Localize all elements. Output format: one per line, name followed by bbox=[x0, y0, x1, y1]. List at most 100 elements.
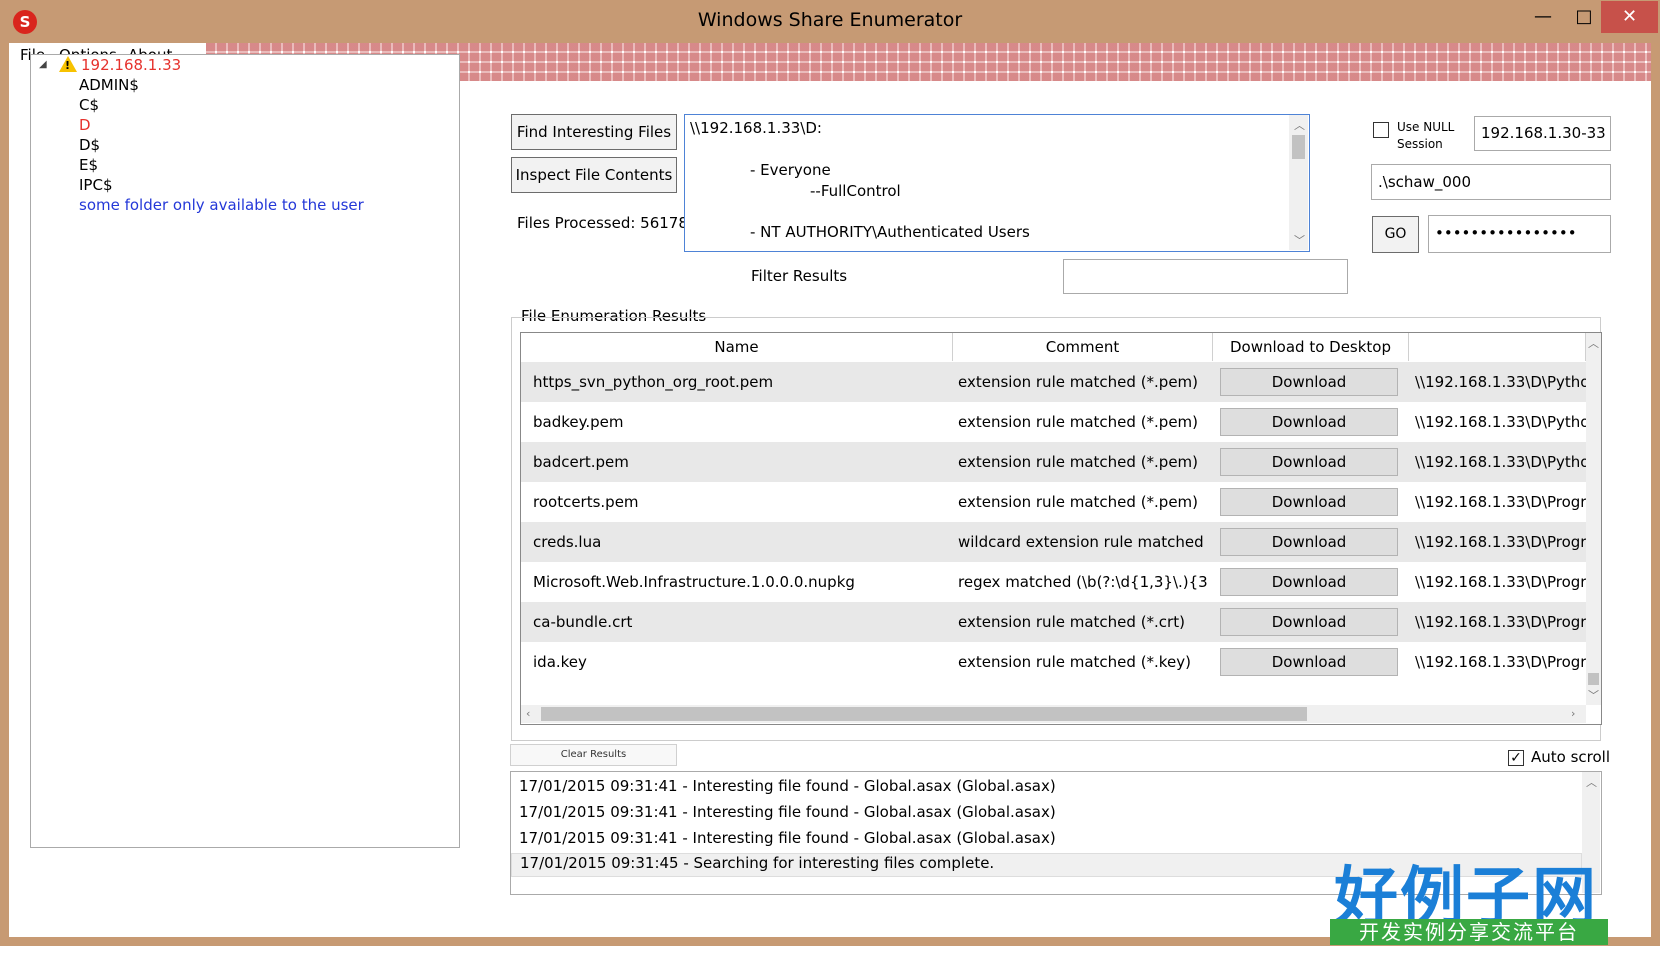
log-item[interactable]: 17/01/2015 09:31:41 - Interesting file f… bbox=[519, 777, 1056, 795]
cell-comment: regex matched (\b(?:\d{1,3}\.){3}\d{1 bbox=[958, 573, 1208, 591]
log-item[interactable]: 17/01/2015 09:31:41 - Interesting file f… bbox=[519, 829, 1056, 847]
warning-icon: ! bbox=[59, 56, 77, 72]
cell-name: Microsoft.Web.Infrastructure.1.0.0.0.nup… bbox=[533, 573, 855, 591]
download-button[interactable]: Download bbox=[1220, 488, 1398, 516]
table-row[interactable]: Microsoft.Web.Infrastructure.1.0.0.0.nup… bbox=[521, 562, 1586, 602]
null-session-checkbox[interactable] bbox=[1373, 122, 1389, 138]
table-row[interactable]: ida.key extension rule matched (*.key) D… bbox=[521, 642, 1586, 682]
cell-comment: wildcard extension rule matched (cr bbox=[958, 533, 1208, 551]
cell-name: badkey.pem bbox=[533, 413, 624, 431]
close-button[interactable]: ✕ bbox=[1601, 1, 1658, 33]
go-button[interactable]: GO bbox=[1372, 216, 1419, 253]
cell-name: rootcerts.pem bbox=[533, 493, 639, 511]
scroll-up-icon[interactable]: ︿ bbox=[1588, 335, 1599, 351]
table-row[interactable]: badcert.pem extension rule matched (*.pe… bbox=[521, 442, 1586, 482]
permissions-right-fullcontrol: --FullControl bbox=[810, 182, 901, 200]
minimize-button[interactable]: — bbox=[1521, 1, 1565, 33]
cell-path: \\192.168.1.33\D\Progra bbox=[1415, 573, 1586, 591]
cell-path: \\192.168.1.33\D\Python bbox=[1415, 373, 1586, 391]
tree-node-user-folder[interactable]: some folder only available to the user bbox=[79, 196, 364, 214]
cell-name: https_svn_python_org_root.pem bbox=[533, 373, 774, 391]
scroll-left-icon[interactable]: ‹ bbox=[526, 707, 530, 720]
tree-node-e-share[interactable]: E$ bbox=[79, 156, 98, 174]
permissions-scrollbar[interactable]: ︿ ﹀ bbox=[1289, 115, 1308, 250]
results-vertical-thumb[interactable] bbox=[1588, 673, 1599, 685]
results-vertical-scrollbar[interactable]: ︿ ﹀ bbox=[1586, 333, 1601, 705]
permissions-principal-authenticated-users: - NT AUTHORITY\Authenticated Users bbox=[750, 223, 1030, 241]
cell-path: \\192.168.1.33\D\Progra bbox=[1415, 653, 1586, 671]
cell-name: creds.lua bbox=[533, 533, 602, 551]
cell-path: \\192.168.1.33\D\Progra bbox=[1415, 493, 1586, 511]
cell-comment: extension rule matched (*.key) bbox=[958, 653, 1191, 671]
permissions-path: \\192.168.1.33\D: bbox=[690, 119, 822, 137]
filter-results-label: Filter Results bbox=[751, 267, 848, 285]
filter-results-input[interactable] bbox=[1063, 259, 1348, 294]
tree-node-admin-share[interactable]: ADMIN$ bbox=[79, 76, 139, 94]
password-input[interactable]: •••••••••••••••• bbox=[1428, 215, 1611, 253]
username-input[interactable]: .\schaw_000 bbox=[1371, 164, 1611, 200]
results-grid[interactable]: Name Comment Download to Desktop https_s… bbox=[520, 332, 1602, 725]
find-interesting-files-button[interactable]: Find Interesting Files bbox=[511, 114, 677, 150]
tree-node-ipc-share[interactable]: IPC$ bbox=[79, 176, 113, 194]
download-button[interactable]: Download bbox=[1220, 568, 1398, 596]
tree-node-host-label: 192.168.1.33 bbox=[81, 56, 182, 74]
cell-name: badcert.pem bbox=[533, 453, 629, 471]
table-row[interactable]: rootcerts.pem extension rule matched (*.… bbox=[521, 482, 1586, 522]
table-row[interactable]: ca-bundle.crt extension rule matched (*.… bbox=[521, 602, 1586, 642]
permissions-scroll-thumb[interactable] bbox=[1292, 135, 1305, 159]
column-header-download[interactable]: Download to Desktop bbox=[1213, 333, 1409, 361]
cell-comment: extension rule matched (*.crt) bbox=[958, 613, 1185, 631]
column-header-path[interactable] bbox=[1409, 333, 1586, 361]
table-row[interactable]: badkey.pem extension rule matched (*.pem… bbox=[521, 402, 1586, 442]
scroll-up-icon[interactable]: ︿ bbox=[1586, 774, 1597, 790]
tree-node-d[interactable]: D bbox=[79, 116, 91, 134]
cell-path: \\192.168.1.33\D\Python bbox=[1415, 453, 1586, 471]
download-button[interactable]: Download bbox=[1220, 408, 1398, 436]
column-header-name[interactable]: Name bbox=[521, 333, 953, 361]
watermark-logo: 好例子网 开发实例分享交流平台 bbox=[1330, 846, 1608, 945]
cell-path: \\192.168.1.33\D\Progra bbox=[1415, 533, 1586, 551]
scroll-down-icon[interactable]: ﹀ bbox=[1588, 687, 1599, 703]
permissions-principal-everyone: - Everyone bbox=[750, 161, 831, 179]
download-button[interactable]: Download bbox=[1220, 648, 1398, 676]
cell-comment: extension rule matched (*.pem) bbox=[958, 373, 1199, 391]
title-bar[interactable]: S Windows Share Enumerator — □ ✕ bbox=[1, 1, 1659, 43]
auto-scroll-checkbox[interactable]: ✓ bbox=[1508, 750, 1524, 766]
null-session-label-line2: Session bbox=[1397, 137, 1443, 151]
download-button[interactable]: Download bbox=[1220, 368, 1398, 396]
scroll-down-icon[interactable]: ﹀ bbox=[1294, 232, 1305, 248]
download-button[interactable]: Download bbox=[1220, 448, 1398, 476]
scroll-right-icon[interactable]: › bbox=[1571, 707, 1575, 720]
cell-name: ida.key bbox=[533, 653, 587, 671]
cell-path: \\192.168.1.33\D\Progra bbox=[1415, 613, 1586, 631]
cell-path: \\192.168.1.33\D\Python bbox=[1415, 413, 1586, 431]
watermark-subtitle: 开发实例分享交流平台 bbox=[1330, 919, 1608, 945]
clear-results-button[interactable]: Clear Results bbox=[510, 744, 677, 766]
inspect-file-contents-button[interactable]: Inspect File Contents bbox=[511, 157, 677, 193]
download-button[interactable]: Download bbox=[1220, 528, 1398, 556]
cell-comment: extension rule matched (*.pem) bbox=[958, 413, 1199, 431]
ip-range-input[interactable]: 192.168.1.30-33 bbox=[1474, 116, 1611, 151]
app-window: S Windows Share Enumerator — □ ✕ File Op… bbox=[0, 0, 1660, 946]
tree-node-host[interactable]: ! 192.168.1.33 bbox=[59, 56, 181, 74]
table-row[interactable]: creds.lua wildcard extension rule matche… bbox=[521, 522, 1586, 562]
files-processed-label: Files Processed: 56178 bbox=[517, 214, 688, 232]
cell-comment: extension rule matched (*.pem) bbox=[958, 493, 1199, 511]
column-header-comment[interactable]: Comment bbox=[953, 333, 1213, 361]
tree-node-c-share[interactable]: C$ bbox=[79, 96, 99, 114]
null-session-label-line1: Use NULL bbox=[1397, 120, 1455, 134]
window-title: Windows Share Enumerator bbox=[697, 9, 963, 31]
log-item[interactable]: 17/01/2015 09:31:41 - Interesting file f… bbox=[519, 803, 1056, 821]
share-permissions-box[interactable]: \\192.168.1.33\D: - Everyone --FullContr… bbox=[684, 114, 1310, 252]
auto-scroll-label: Auto scroll bbox=[1531, 748, 1611, 766]
tree-node-d-share[interactable]: D$ bbox=[79, 136, 100, 154]
scroll-up-icon[interactable]: ︿ bbox=[1294, 117, 1305, 133]
results-horizontal-scrollbar[interactable]: ‹ › bbox=[521, 705, 1586, 723]
table-row[interactable]: https_svn_python_org_root.pem extension … bbox=[521, 362, 1586, 402]
cell-name: ca-bundle.crt bbox=[533, 613, 633, 631]
results-horizontal-thumb[interactable] bbox=[541, 707, 1307, 721]
share-tree[interactable]: ◢ ! 192.168.1.33 ADMIN$ C$ D D$ E$ IPC$ s… bbox=[30, 54, 460, 848]
download-button[interactable]: Download bbox=[1220, 608, 1398, 636]
tree-expander-icon[interactable]: ◢ bbox=[39, 59, 47, 70]
cell-comment: extension rule matched (*.pem) bbox=[958, 453, 1199, 471]
